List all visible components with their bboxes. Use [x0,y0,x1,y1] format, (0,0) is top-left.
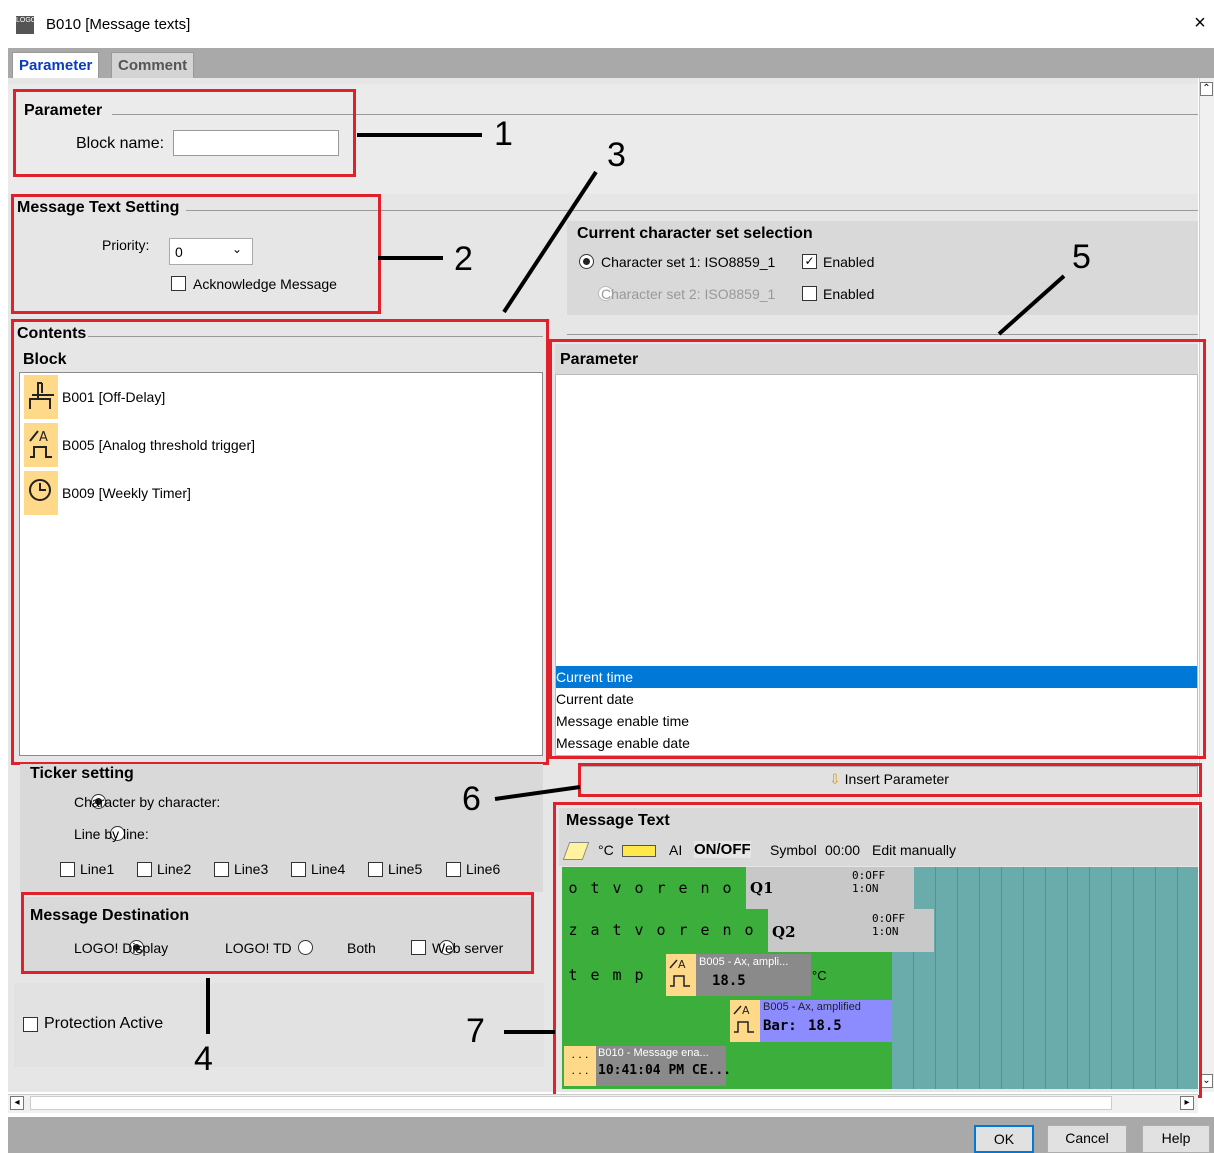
callout-7: 7 [466,1012,485,1050]
cancel-button[interactable]: Cancel [1047,1125,1127,1153]
scroll-thumb[interactable] [30,1096,1112,1110]
ok-button[interactable]: OK [974,1125,1034,1153]
callout-2: 2 [454,240,473,278]
callout-3: 3 [607,136,626,174]
callout-5: 5 [1072,238,1091,276]
scroll-right-icon[interactable]: ▸ [1180,1096,1194,1110]
help-button[interactable]: Help [1142,1125,1210,1153]
callout-6: 6 [462,780,481,818]
callout-1: 1 [494,115,513,153]
callout-4: 4 [194,1040,213,1078]
scroll-left-icon[interactable]: ◂ [10,1096,24,1110]
